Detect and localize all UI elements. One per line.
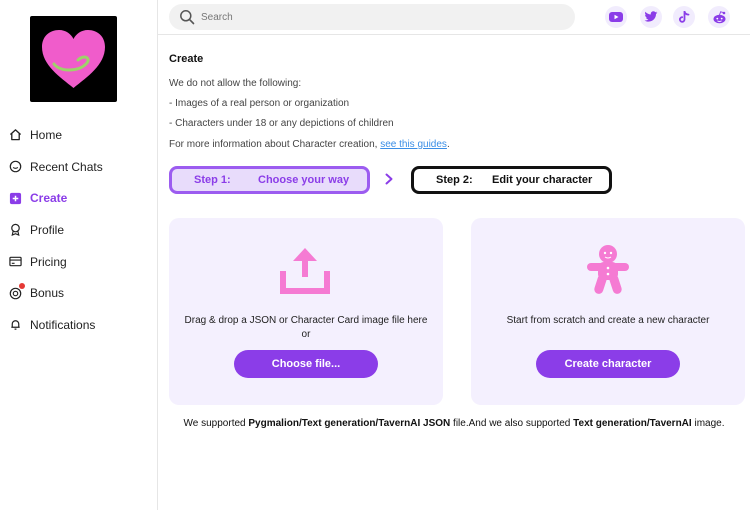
tiktok-link[interactable] <box>673 6 695 28</box>
more-info-label: For more information about Character cre… <box>169 139 378 150</box>
search-bar <box>169 4 575 30</box>
youtube-link[interactable] <box>605 6 627 28</box>
top-bar <box>158 0 750 35</box>
coin-icon <box>8 283 25 300</box>
sidebar-item-label: Home <box>30 127 63 142</box>
sidebar-item-label: Profile <box>30 222 65 237</box>
step-label: Edit your character <box>492 174 593 186</box>
note-text: file.And we also supported <box>450 418 574 429</box>
sidebar-item-bonus[interactable]: Bonus <box>0 277 158 309</box>
reddit-icon <box>713 10 725 23</box>
step-2-tab[interactable]: Step 2: Edit your character <box>411 166 612 194</box>
sidebar-item-profile[interactable]: Profile <box>0 214 158 246</box>
notification-dot <box>19 283 25 290</box>
sidebar-item-label: Pricing <box>30 254 67 269</box>
card-icon <box>8 255 22 269</box>
main-content: Create We do not allow the following: - … <box>158 36 750 510</box>
upload-or: or <box>301 329 311 340</box>
gingerbread-icon <box>587 245 629 294</box>
note-text: image. <box>691 418 725 429</box>
upload-icon <box>280 248 330 294</box>
note-bold: Pygmalion/Text generation/TavernAI JSON <box>248 418 451 429</box>
twitter-link[interactable] <box>640 6 662 28</box>
more-info-text: For more information about Character cre… <box>169 139 450 150</box>
supported-formats-note: We supported Pygmalion/Text generation/T… <box>158 418 750 429</box>
upload-instructions: Drag & drop a JSON or Character Card ima… <box>184 315 428 326</box>
rule-item: - Characters under 18 or any depictions … <box>169 118 394 129</box>
sidebar-item-pricing[interactable]: Pricing <box>0 246 158 278</box>
chevron-right-icon <box>385 173 393 185</box>
step-1-tab[interactable]: Step 1: Choose your way <box>169 166 370 194</box>
note-bold: Text generation/TavernAI <box>573 418 692 429</box>
step-label: Choose your way <box>258 174 350 186</box>
reddit-link[interactable] <box>708 6 730 28</box>
step-number: Step 2: <box>436 174 473 186</box>
rules-intro: We do not allow the following: <box>169 78 302 89</box>
chat-icon <box>8 160 22 174</box>
youtube-icon <box>609 12 623 22</box>
scratch-card[interactable]: Start from scratch and create a new char… <box>471 218 745 405</box>
guides-link[interactable]: see this guides <box>380 139 447 150</box>
plus-square-icon <box>8 191 22 205</box>
twitter-icon <box>644 11 658 22</box>
page-title: Create <box>169 53 204 65</box>
app-logo[interactable] <box>30 16 117 102</box>
bell-icon <box>8 318 22 332</box>
sidebar: Home Recent Chats Create Profile Pricing <box>0 0 158 510</box>
sidebar-item-label: Notifications <box>30 317 96 332</box>
badge-icon <box>8 223 22 237</box>
choose-file-button[interactable]: Choose file... <box>234 350 378 378</box>
sidebar-item-label: Recent Chats <box>30 159 103 174</box>
upload-card[interactable]: Drag & drop a JSON or Character Card ima… <box>169 218 443 405</box>
home-icon <box>8 128 22 142</box>
sidebar-item-create[interactable]: Create <box>0 182 158 214</box>
step-number: Step 1: <box>194 174 231 186</box>
search-input[interactable] <box>201 11 561 23</box>
sidebar-item-label: Bonus <box>30 286 65 301</box>
search-icon <box>180 10 195 25</box>
sidebar-item-notifications[interactable]: Notifications <box>0 309 158 341</box>
sidebar-nav: Home Recent Chats Create Profile Pricing <box>0 119 158 341</box>
sidebar-item-recent-chats[interactable]: Recent Chats <box>0 151 158 183</box>
tiktok-icon <box>679 10 690 23</box>
rule-item: - Images of a real person or organizatio… <box>169 98 350 109</box>
note-text: We supported <box>183 418 249 429</box>
scratch-instructions: Start from scratch and create a new char… <box>506 315 710 326</box>
more-info-end: . <box>446 139 450 150</box>
sidebar-item-label: Create <box>30 191 68 206</box>
create-character-button[interactable]: Create character <box>536 350 680 378</box>
sidebar-item-home[interactable]: Home <box>0 119 158 151</box>
